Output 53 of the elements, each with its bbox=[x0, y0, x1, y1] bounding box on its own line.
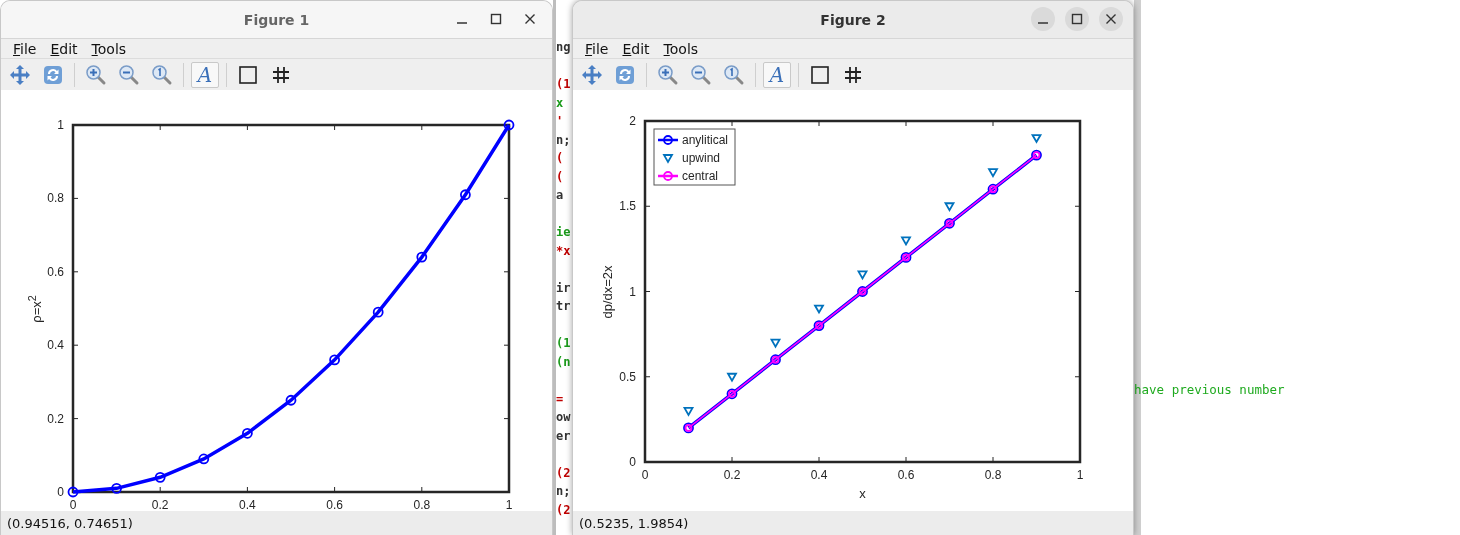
tick-label: 0.2 bbox=[151, 498, 169, 511]
y-axis-label: dp/dx=2x bbox=[599, 264, 615, 319]
tick-label: 0.8 bbox=[413, 498, 431, 511]
code-fragment: ng bbox=[556, 39, 572, 56]
code-fragment: er bbox=[556, 427, 572, 445]
tick-label: 0.6 bbox=[47, 264, 64, 279]
code-fragment: (2 bbox=[556, 464, 572, 482]
code-fragment: n; bbox=[556, 131, 572, 149]
code-fragment: ow bbox=[556, 409, 572, 426]
tick-label: 0.6 bbox=[897, 468, 915, 482]
legend-label: anylitical bbox=[682, 133, 729, 147]
tick-label: 0.5 bbox=[619, 369, 636, 384]
tick-label: 0.4 bbox=[239, 498, 256, 511]
tick-label: 0.4 bbox=[810, 468, 828, 482]
legend-label: upwind bbox=[682, 151, 721, 165]
cursor-coordinates: (0.94516, 0.74651) bbox=[7, 515, 133, 531]
code-fragment: (n bbox=[556, 353, 572, 371]
code-fragment: a bbox=[556, 187, 565, 204]
legend-label: central bbox=[682, 169, 719, 183]
code-fragment: n; bbox=[556, 483, 572, 500]
tick-label: 0 bbox=[629, 455, 636, 469]
tick-label: 0 bbox=[57, 485, 64, 499]
x-axis-label: x bbox=[859, 486, 866, 501]
code-fragment: = bbox=[556, 390, 565, 408]
tick-label: 0.8 bbox=[984, 468, 1002, 482]
code-fragment: *x bbox=[556, 242, 572, 260]
code-fragment: tr bbox=[556, 298, 572, 315]
tick-label: 1 bbox=[505, 498, 513, 511]
tick-label: 2 bbox=[629, 114, 636, 128]
cursor-coordinates: (0.5235, 1.9854) bbox=[579, 515, 689, 531]
tick-label: 0 bbox=[641, 468, 649, 482]
window-title: Figure 2 bbox=[820, 11, 886, 28]
tick-label: 0.2 bbox=[47, 411, 64, 426]
code-comment: have previous number bbox=[1134, 382, 1285, 397]
code-fragment: x bbox=[556, 94, 565, 112]
tick-label: 1 bbox=[57, 118, 64, 132]
code-fragment: (1 bbox=[556, 335, 572, 352]
code-fragment: ( bbox=[556, 168, 565, 186]
window-title: Figure 1 bbox=[243, 11, 310, 28]
code-fragment: (1 bbox=[556, 76, 572, 93]
tick-label: 0.6 bbox=[326, 498, 343, 511]
tick-label: 0.4 bbox=[47, 338, 64, 353]
code-fragment: ( bbox=[556, 150, 565, 167]
tick-label: 0.8 bbox=[47, 191, 64, 206]
code-fragment: (2 bbox=[556, 501, 572, 519]
tick-label: 0 bbox=[69, 498, 77, 511]
code-fragment: ' bbox=[556, 113, 565, 130]
tick-label: 1 bbox=[1076, 468, 1084, 482]
tick-label: 1 bbox=[629, 284, 636, 299]
tick-label: 0.2 bbox=[723, 468, 741, 482]
code-fragment: ir bbox=[556, 279, 572, 297]
tick-label: 1.5 bbox=[619, 199, 636, 214]
code-fragment: ie bbox=[556, 224, 572, 241]
